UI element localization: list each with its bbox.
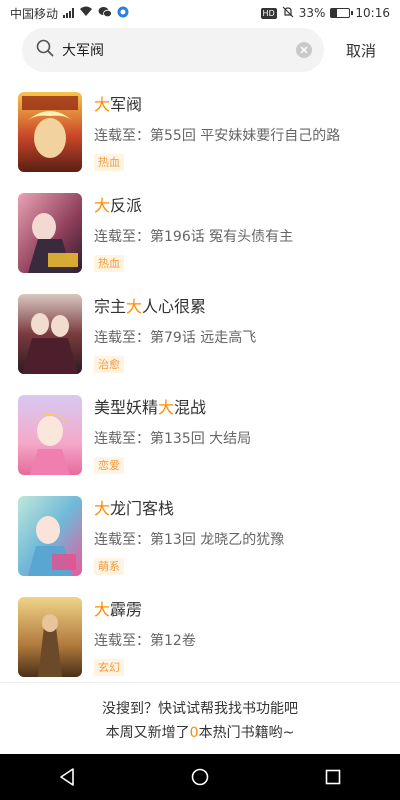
comic-title[interactable]: 大霹雳 (94, 599, 392, 621)
comic-title[interactable]: 大龙门客栈 (94, 498, 392, 520)
genre-tag: 恋爱 (94, 457, 124, 474)
comic-cover[interactable] (18, 92, 82, 172)
comic-title[interactable]: 大反派 (94, 195, 392, 217)
genre-tag: 治愈 (94, 356, 124, 373)
comic-cover[interactable] (18, 294, 82, 374)
latest-chapter: 连载至：第135回 大结局 (94, 431, 252, 447)
battery-percent: 33% (298, 6, 326, 20)
result-item[interactable]: 大反派 连载至：第196话 冤有头债有主 热血 (0, 187, 400, 288)
status-bar: 中国移动 HD 33% 10:16 (0, 0, 400, 26)
genre-tag: 萌系 (94, 558, 124, 575)
signal-icon (63, 8, 75, 18)
hd-badge: HD (260, 7, 277, 19)
search-input[interactable] (62, 42, 296, 58)
latest-chapter: 连载至：第79话 远走高飞 (94, 330, 257, 346)
comic-cover[interactable] (18, 496, 82, 576)
comic-cover[interactable] (18, 395, 82, 475)
clear-icon[interactable] (296, 42, 312, 58)
latest-chapter: 连载至：第12卷 (94, 633, 196, 649)
new-books-count: 0 (189, 725, 199, 741)
tip-line-2: 本周又新增了0本热门书籍哟~ (105, 725, 295, 741)
battery-icon (330, 8, 354, 18)
result-item[interactable]: 大军阀 连载至：第55回 平安妹妹要行自己的路 热血 (0, 86, 400, 187)
mute-icon (282, 6, 294, 21)
carrier-label: 中国移动 (10, 6, 59, 21)
latest-chapter: 连载至：第55回 平安妹妹要行自己的路 (94, 128, 341, 144)
comic-title[interactable]: 大军阀 (94, 94, 392, 116)
result-item[interactable]: 大龙门客栈 连载至：第13回 龙晓乙的犹豫 萌系 (0, 490, 400, 591)
home-icon[interactable] (170, 754, 230, 800)
wifi-icon (79, 6, 93, 20)
cancel-button[interactable]: 取消 (346, 40, 376, 61)
comic-cover[interactable] (18, 193, 82, 273)
comic-cover[interactable] (18, 597, 82, 677)
search-box[interactable] (22, 28, 324, 72)
result-item[interactable]: 宗主大人心很累 连载至：第79话 远走高飞 治愈 (0, 288, 400, 389)
result-item[interactable]: 大霹雳 连载至：第12卷 玄幻 (0, 591, 400, 692)
search-header: 取消 (0, 27, 400, 73)
genre-tag: 热血 (94, 154, 124, 171)
genre-tag: 热血 (94, 255, 124, 272)
footer-tip[interactable]: 没搜到？快试试帮我找书功能吧 本周又新增了0本热门书籍哟~ (0, 682, 400, 741)
genre-tag: 玄幻 (94, 659, 124, 676)
search-icon (36, 39, 54, 61)
latest-chapter: 连载至：第13回 龙晓乙的犹豫 (94, 532, 285, 548)
comic-title[interactable]: 美型妖精大混战 (94, 397, 392, 419)
search-results-list: 大军阀 连载至：第55回 平安妹妹要行自己的路 热血 大反派 连载至：第196话… (0, 86, 400, 692)
recents-icon[interactable] (303, 754, 363, 800)
result-item[interactable]: 美型妖精大混战 连载至：第135回 大结局 恋爱 (0, 389, 400, 490)
clock: 10:16 (355, 6, 390, 20)
wechat-icon (98, 6, 112, 21)
app-notification-icon (117, 6, 129, 21)
back-icon[interactable] (37, 754, 97, 800)
system-nav-bar (0, 754, 400, 800)
tip-line-1: 没搜到？快试试帮我找书功能吧 (102, 701, 298, 717)
comic-title[interactable]: 宗主大人心很累 (94, 296, 392, 318)
latest-chapter: 连载至：第196话 冤有头债有主 (94, 229, 294, 245)
